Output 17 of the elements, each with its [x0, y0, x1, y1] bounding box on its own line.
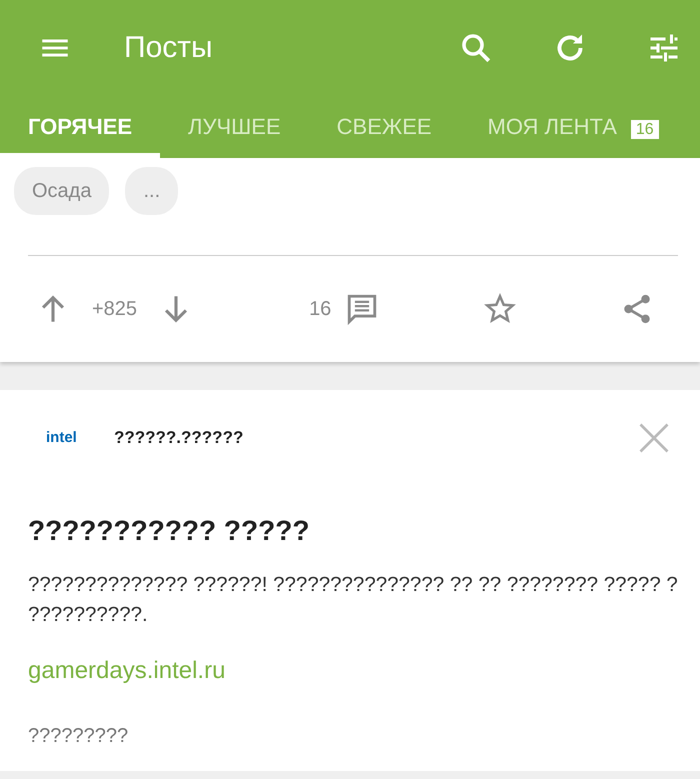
tag-chip[interactable]: Осада	[14, 167, 110, 215]
tab[interactable]: СВЕЖЕЕ	[308, 95, 460, 158]
ad-text: ?????????????? ??????! ??????????????? ?? ?? ???????? ????? ? ??????????.	[28, 572, 678, 628]
app-title: Посты	[124, 30, 213, 66]
comment-count: 16	[309, 297, 332, 322]
ad-title: ??????????? ?????	[28, 514, 310, 548]
ad-source: ??????.??????	[114, 427, 244, 450]
rating-count: +825	[92, 297, 138, 322]
ad-footer-text: ?????????	[28, 724, 130, 750]
count-badge: 16	[630, 120, 659, 139]
tab[interactable]: МОЯ ЛЕНТА 16	[460, 95, 687, 158]
ad-link[interactable]: gamerdays.intel.ru	[28, 653, 226, 690]
star-icon	[482, 292, 517, 326]
tab[interactable]: ГОРЯЧЕЕ	[0, 95, 160, 158]
brand-logo: intel	[45, 428, 78, 448]
tag-chip[interactable]: ...	[125, 167, 178, 215]
tab[interactable]: ЛУЧШЕЕ	[160, 95, 309, 158]
